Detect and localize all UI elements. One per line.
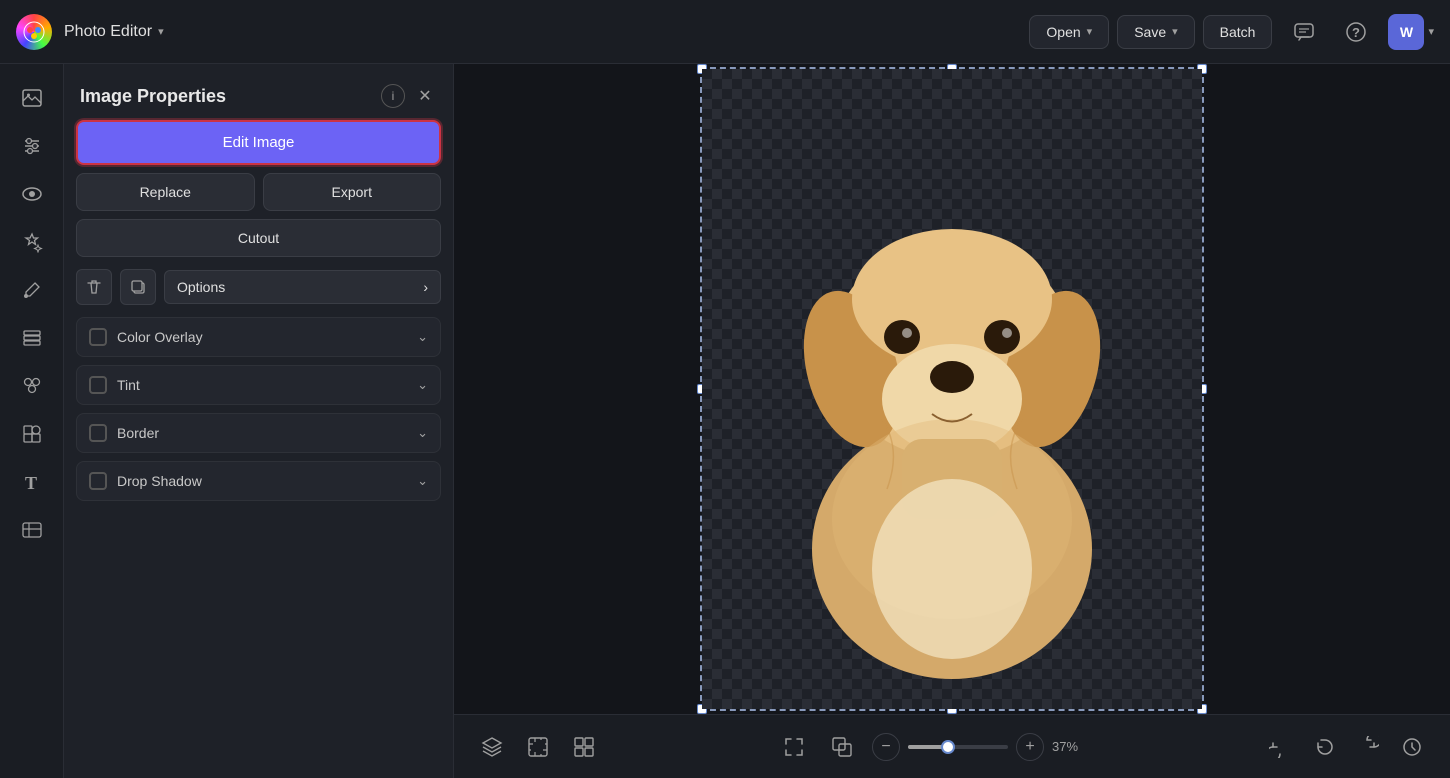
export-label: Export	[332, 184, 372, 200]
avatar-group[interactable]: W ▾	[1388, 14, 1434, 50]
resize-button[interactable]	[824, 729, 860, 765]
redo-button[interactable]	[1350, 729, 1386, 765]
open-label: Open	[1046, 24, 1080, 40]
image-tool-button[interactable]	[10, 76, 54, 120]
open-chevron: ▾	[1087, 25, 1093, 38]
zoom-slider[interactable]	[908, 745, 1008, 749]
tint-row: Tint ⌄	[76, 365, 441, 405]
image-canvas	[702, 69, 1202, 709]
drop-shadow-chevron[interactable]: ⌄	[417, 473, 428, 489]
main-content: T Image Properties i ✕ Edit Image	[0, 64, 1450, 778]
svg-text:T: T	[25, 473, 37, 493]
app-name-chevron: ▾	[158, 25, 164, 38]
color-overlay-checkbox[interactable]	[89, 328, 107, 346]
color-overlay-row: Color Overlay ⌄	[76, 317, 441, 357]
zoom-out-button[interactable]: −	[872, 733, 900, 761]
close-icon[interactable]: ✕	[413, 84, 437, 108]
border-chevron[interactable]: ⌄	[417, 425, 428, 441]
tint-chevron[interactable]: ⌄	[417, 377, 428, 393]
drop-shadow-label: Drop Shadow	[117, 473, 407, 489]
delete-button[interactable]	[76, 269, 112, 305]
replace-button[interactable]: Replace	[76, 173, 255, 211]
help-icon-button[interactable]: ?	[1336, 12, 1376, 52]
cutout-button[interactable]: Cutout	[76, 219, 441, 257]
tint-label: Tint	[117, 377, 407, 393]
user-avatar[interactable]: W	[1388, 14, 1424, 50]
brush-tool-button[interactable]	[10, 268, 54, 312]
refresh-button[interactable]	[1262, 729, 1298, 765]
svg-text:?: ?	[1352, 25, 1360, 40]
grid-bottom-button[interactable]	[566, 729, 602, 765]
preview-tool-button[interactable]	[10, 172, 54, 216]
bottom-toolbar: − + 37%	[454, 714, 1450, 778]
undo-button[interactable]	[1306, 729, 1342, 765]
tint-checkbox[interactable]	[89, 376, 107, 394]
batch-button[interactable]: Batch	[1203, 15, 1273, 49]
save-label: Save	[1134, 24, 1166, 40]
export-button[interactable]: Export	[263, 173, 442, 211]
batch-label: Batch	[1220, 24, 1256, 40]
frame-bottom-button[interactable]	[520, 729, 556, 765]
color-overlay-label: Color Overlay	[117, 329, 407, 345]
chat-icon-button[interactable]	[1284, 12, 1324, 52]
shape-tool-button[interactable]	[10, 412, 54, 456]
image-container[interactable]	[700, 67, 1204, 711]
panel-header: Image Properties i ✕	[64, 64, 453, 120]
app-name[interactable]: Photo Editor ▾	[64, 23, 164, 41]
duplicate-button[interactable]	[120, 269, 156, 305]
cutout-label: Cutout	[238, 230, 279, 246]
app-name-text: Photo Editor	[64, 23, 152, 41]
bottom-center-group: − + 37%	[614, 729, 1250, 765]
replace-label: Replace	[140, 184, 191, 200]
layers-tool-button[interactable]	[10, 316, 54, 360]
properties-panel: Image Properties i ✕ Edit Image Replace …	[64, 64, 454, 778]
effects-tool-button[interactable]	[10, 220, 54, 264]
topbar-actions: Open ▾ Save ▾ Batch	[1029, 15, 1272, 49]
edit-image-label: Edit Image	[223, 134, 295, 151]
panel-title: Image Properties	[80, 86, 373, 107]
canvas-workspace[interactable]	[454, 64, 1450, 714]
history-button[interactable]	[1394, 729, 1430, 765]
options-chevron: ›	[423, 279, 428, 295]
color-overlay-chevron[interactable]: ⌄	[417, 329, 428, 345]
zoom-in-button[interactable]: +	[1016, 733, 1044, 761]
panel-body: Edit Image Replace Export Cutout	[64, 120, 453, 517]
edit-image-button[interactable]: Edit Image	[76, 120, 441, 165]
icon-sidebar: T	[0, 64, 64, 778]
save-button[interactable]: Save ▾	[1117, 15, 1194, 49]
info-icon[interactable]: i	[381, 84, 405, 108]
zoom-slider-thumb[interactable]	[941, 740, 955, 754]
bottom-left-group	[474, 729, 602, 765]
zoom-controls: − + 37%	[872, 733, 1088, 761]
fit-view-button[interactable]	[776, 729, 812, 765]
drop-shadow-checkbox[interactable]	[89, 472, 107, 490]
text-tool-button[interactable]: T	[10, 460, 54, 504]
options-label: Options	[177, 279, 225, 295]
drop-shadow-row: Drop Shadow ⌄	[76, 461, 441, 501]
app-logo	[16, 14, 52, 50]
adjustments-tool-button[interactable]	[10, 124, 54, 168]
save-chevron: ▾	[1172, 25, 1178, 38]
border-label: Border	[117, 425, 407, 441]
zoom-percent: 37%	[1052, 739, 1088, 754]
sticker-tool-button[interactable]	[10, 508, 54, 552]
avatar-chevron: ▾	[1428, 25, 1434, 38]
border-checkbox[interactable]	[89, 424, 107, 442]
replace-export-row: Replace Export	[76, 173, 441, 211]
avatar-letter: W	[1400, 24, 1413, 40]
group-tool-button[interactable]	[10, 364, 54, 408]
bottom-right-group	[1262, 729, 1430, 765]
layers-bottom-button[interactable]	[474, 729, 510, 765]
open-button[interactable]: Open ▾	[1029, 15, 1109, 49]
topbar: Photo Editor ▾ Open ▾ Save ▾ Batch ?	[0, 0, 1450, 64]
options-button[interactable]: Options ›	[164, 270, 441, 304]
border-row: Border ⌄	[76, 413, 441, 453]
canvas-area: − + 37%	[454, 64, 1450, 778]
actions-row: Options ›	[76, 265, 441, 309]
